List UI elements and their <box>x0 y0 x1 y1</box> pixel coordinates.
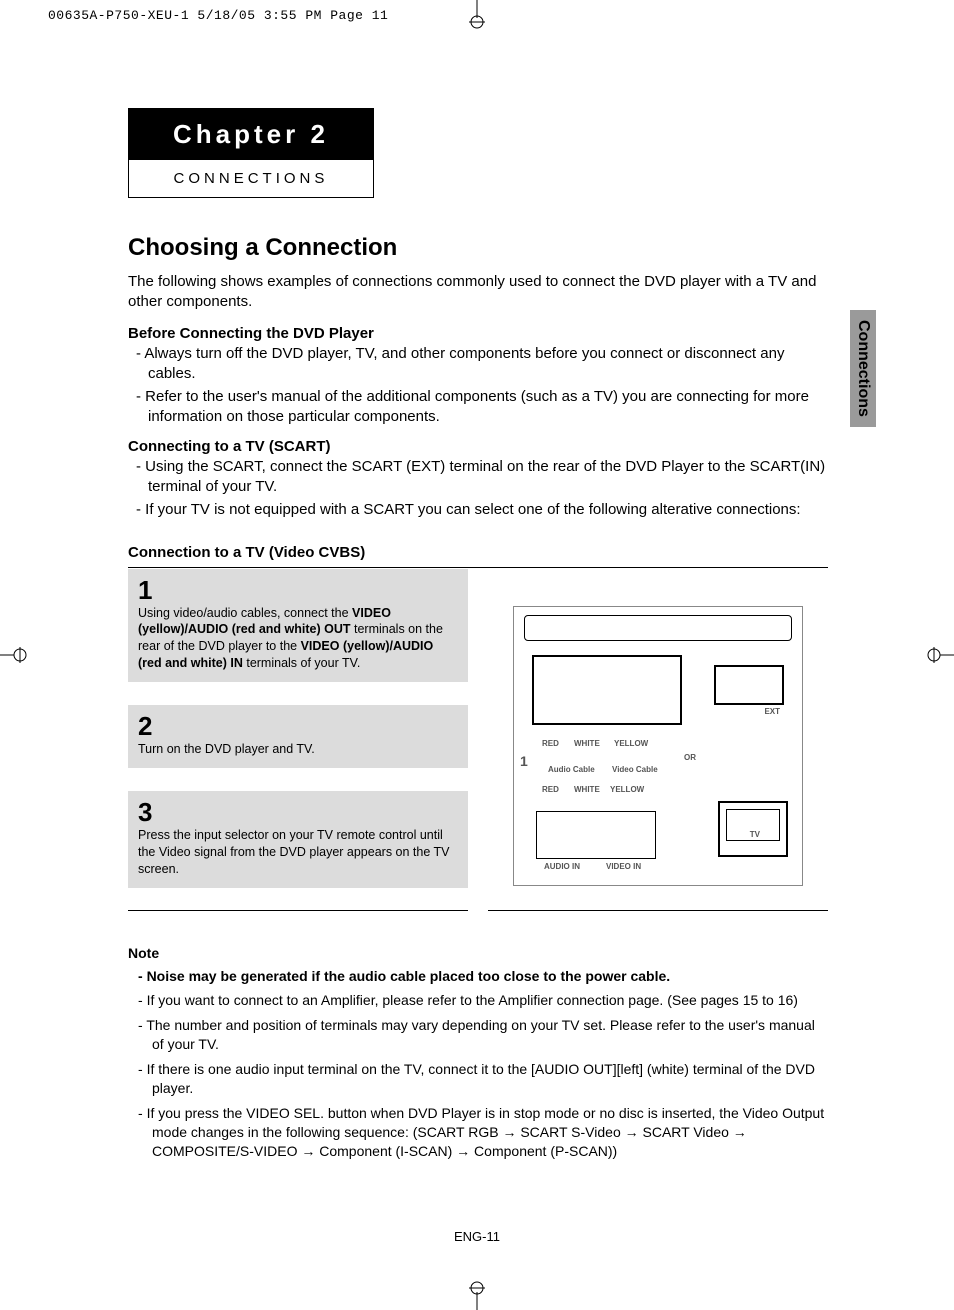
page-title: Choosing a Connection <box>128 234 828 262</box>
diagram-label-red2: RED <box>542 785 559 794</box>
step-number: 2 <box>138 713 458 739</box>
intro-text: The following shows examples of connecti… <box>128 272 828 311</box>
step-text: Using video/audio cables, connect the VI… <box>138 605 458 673</box>
step-1: 1 Using video/audio cables, connect the … <box>128 568 468 683</box>
diagram-label-video-cable: Video Cable <box>612 765 658 774</box>
scart-list: Using the SCART, connect the SCART (EXT)… <box>128 457 828 520</box>
list-item: Always turn off the DVD player, TV, and … <box>128 344 828 383</box>
step-2: 2 Turn on the DVD player and TV. <box>128 704 468 768</box>
diagram-label-yellow: YELLOW <box>614 739 648 748</box>
scart-heading: Connecting to a TV (SCART) <box>128 438 828 455</box>
list-item: If there is one audio input terminal on … <box>128 1060 828 1098</box>
list-item: If you want to connect to an Amplifier, … <box>128 991 828 1010</box>
list-item: If your TV is not equipped with a SCART … <box>128 500 828 520</box>
diagram-label-ext: EXT <box>764 707 780 716</box>
before-heading: Before Connecting the DVD Player <box>128 325 828 342</box>
step-3: 3 Press the input selector on your TV re… <box>128 790 468 888</box>
diagram-label-audio-cable: Audio Cable <box>548 765 595 774</box>
diagram-label-tv: TV <box>750 830 760 839</box>
list-item: Refer to the user's manual of the additi… <box>128 387 828 426</box>
before-list: Always turn off the DVD player, TV, and … <box>128 344 828 426</box>
page-footer: ENG-11 <box>0 1229 954 1244</box>
diagram-label-audio-in: AUDIO IN <box>544 862 580 871</box>
cvbs-heading: Connection to a TV (Video CVBS) <box>128 544 828 561</box>
step-text: Turn on the DVD player and TV. <box>138 741 458 758</box>
diagram-step-marker: 1 <box>520 753 528 769</box>
chapter-label: Chapter 2 <box>129 109 373 160</box>
diagram-label-video-in: VIDEO IN <box>606 862 641 871</box>
crop-mark-top-icon <box>457 0 497 30</box>
diagram-label-white: WHITE <box>574 739 600 748</box>
step-number: 3 <box>138 799 458 825</box>
step-number: 1 <box>138 577 458 603</box>
note-list: Noise may be generated if the audio cabl… <box>128 967 828 1161</box>
list-item: The number and position of terminals may… <box>128 1016 828 1054</box>
diagram-label-or: OR <box>684 753 696 762</box>
crop-mark-bottom-icon <box>457 1280 497 1310</box>
step-text: Press the input selector on your TV remo… <box>138 827 458 878</box>
chapter-header: Chapter 2 CONNECTIONS <box>128 108 374 198</box>
list-item: Noise may be generated if the audio cabl… <box>128 967 828 986</box>
side-tab-connections: Connections <box>850 310 876 427</box>
crop-mark-right-icon <box>924 635 954 675</box>
connection-diagram: EXT RED WHITE YELLOW OR 1 Audio Cable Vi… <box>488 568 828 911</box>
page-content: Chapter 2 CONNECTIONS Choosing a Connect… <box>128 108 828 1167</box>
steps-column: 1 Using video/audio cables, connect the … <box>128 568 468 911</box>
crop-mark-left-icon <box>0 635 30 675</box>
diagram-label-red: RED <box>542 739 559 748</box>
steps-area: 1 Using video/audio cables, connect the … <box>128 567 828 911</box>
diagram-label-yellow2: YELLOW <box>610 785 644 794</box>
list-item: Using the SCART, connect the SCART (EXT)… <box>128 457 828 496</box>
note-heading: Note <box>128 945 828 961</box>
print-job-header: 00635A-P750-XEU-1 5/18/05 3:55 PM Page 1… <box>48 8 388 23</box>
list-item: If you press the VIDEO SEL. button when … <box>128 1104 828 1161</box>
diagram-icon: EXT RED WHITE YELLOW OR 1 Audio Cable Vi… <box>513 606 803 886</box>
diagram-label-white2: WHITE <box>574 785 600 794</box>
chapter-subtitle: CONNECTIONS <box>129 160 373 197</box>
